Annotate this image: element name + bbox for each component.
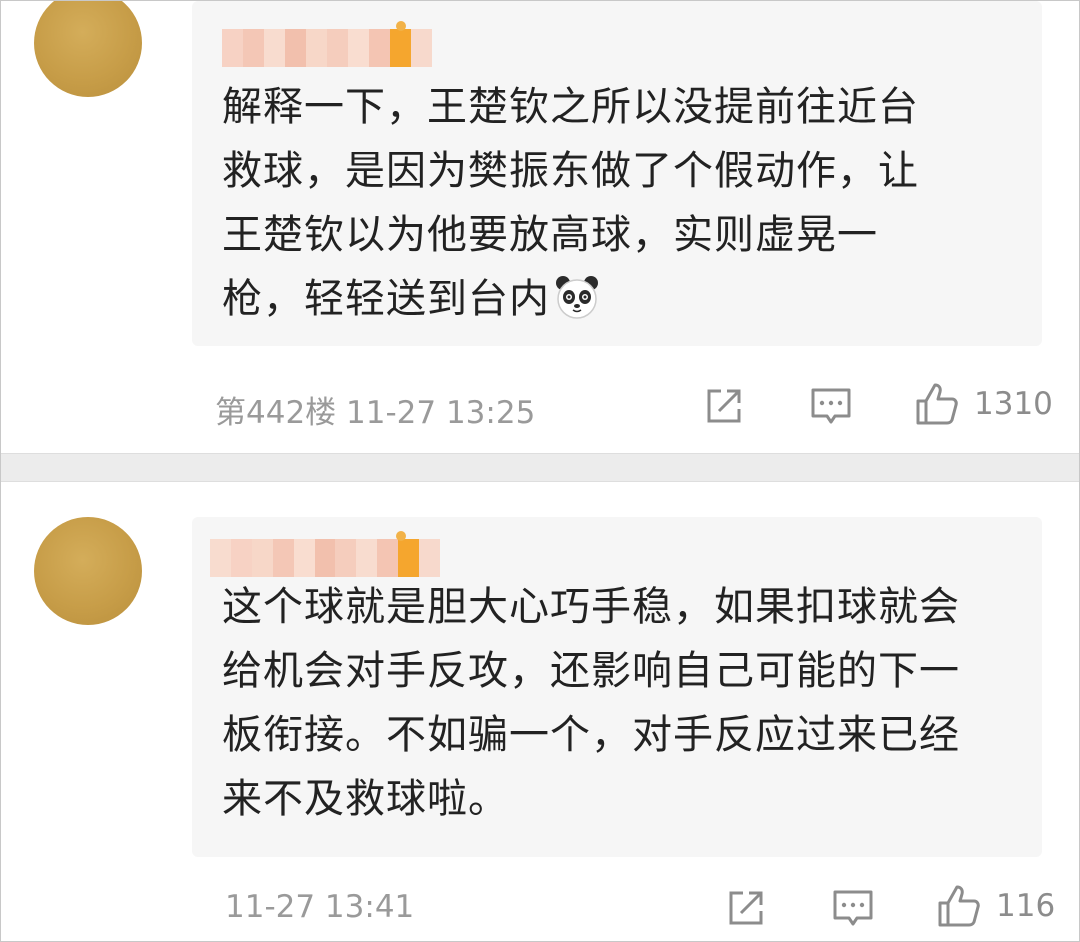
like-button[interactable]: 116: [936, 883, 1055, 929]
comment-line: 来不及救球啦。: [222, 776, 509, 822]
comment-icon: [811, 388, 851, 424]
comment-time: 11-27 13:41: [225, 889, 415, 925]
reply-button[interactable]: [810, 386, 852, 428]
comment-line: 解释一下，王楚钦之所以没提前往近台: [222, 84, 919, 130]
divider: [1, 453, 1079, 482]
thumbs-up-icon: [916, 383, 958, 425]
user-badge-icon: [396, 21, 406, 31]
comment-text: 解释一下，王楚钦之所以没提前往近台 救球，是因为樊振东做了个假动作，让 王楚钦以…: [222, 75, 1012, 331]
like-count: 1310: [974, 386, 1053, 422]
comment-line: 板衔接。不如骗一个，对手反应过来已经: [222, 712, 960, 758]
avatar[interactable]: [34, 1, 142, 97]
share-icon: [729, 891, 763, 925]
thumbs-up-icon: [938, 885, 980, 927]
comment-icon: [833, 890, 873, 926]
comment-text: 这个球就是胆大心巧手稳，如果扣球就会 给机会对手反攻，还影响自己可能的下一 板衔…: [222, 575, 1012, 831]
reply-button[interactable]: [832, 888, 874, 930]
floor-number: 第442楼: [215, 395, 337, 431]
avatar[interactable]: [34, 517, 142, 625]
comment-line: 救球，是因为樊振东做了个假动作，让: [222, 148, 919, 194]
like-count: 116: [996, 888, 1056, 924]
comment-line: 给机会对手反攻，还影响自己可能的下一: [222, 648, 960, 694]
share-button[interactable]: [704, 386, 744, 426]
like-button[interactable]: 1310: [914, 381, 1053, 427]
comment-bubble: 这个球就是胆大心巧手稳，如果扣球就会 给机会对手反攻，还影响自己可能的下一 板衔…: [192, 517, 1042, 857]
username-pixelated[interactable]: [210, 539, 440, 577]
comment-meta: 第442楼 11-27 13:25: [215, 387, 535, 432]
comment-item: 这个球就是胆大心巧手稳，如果扣球就会 给机会对手反攻，还影响自己可能的下一 板衔…: [1, 482, 1079, 941]
share-icon: [707, 389, 741, 423]
comment-meta: 11-27 13:41: [225, 889, 414, 925]
username-pixelated[interactable]: [222, 29, 432, 67]
comment-item: 解释一下，王楚钦之所以没提前往近台 救球，是因为樊振东做了个假动作，让 王楚钦以…: [1, 1, 1079, 453]
comment-time: 11-27 13:25: [346, 395, 536, 431]
comment-line: 枪，轻轻送到台内: [222, 267, 1012, 331]
panda-emoji-icon: [556, 276, 598, 319]
share-button[interactable]: [726, 888, 766, 928]
comment-list: 解释一下，王楚钦之所以没提前往近台 救球，是因为樊振东做了个假动作，让 王楚钦以…: [0, 0, 1080, 942]
comment-line: 王楚钦以为他要放高球，实则虚晃一: [222, 212, 878, 258]
comment-bubble: 解释一下，王楚钦之所以没提前往近台 救球，是因为樊振东做了个假动作，让 王楚钦以…: [192, 1, 1042, 346]
comment-line: 这个球就是胆大心巧手稳，如果扣球就会: [222, 584, 960, 630]
user-badge-icon: [396, 531, 406, 541]
